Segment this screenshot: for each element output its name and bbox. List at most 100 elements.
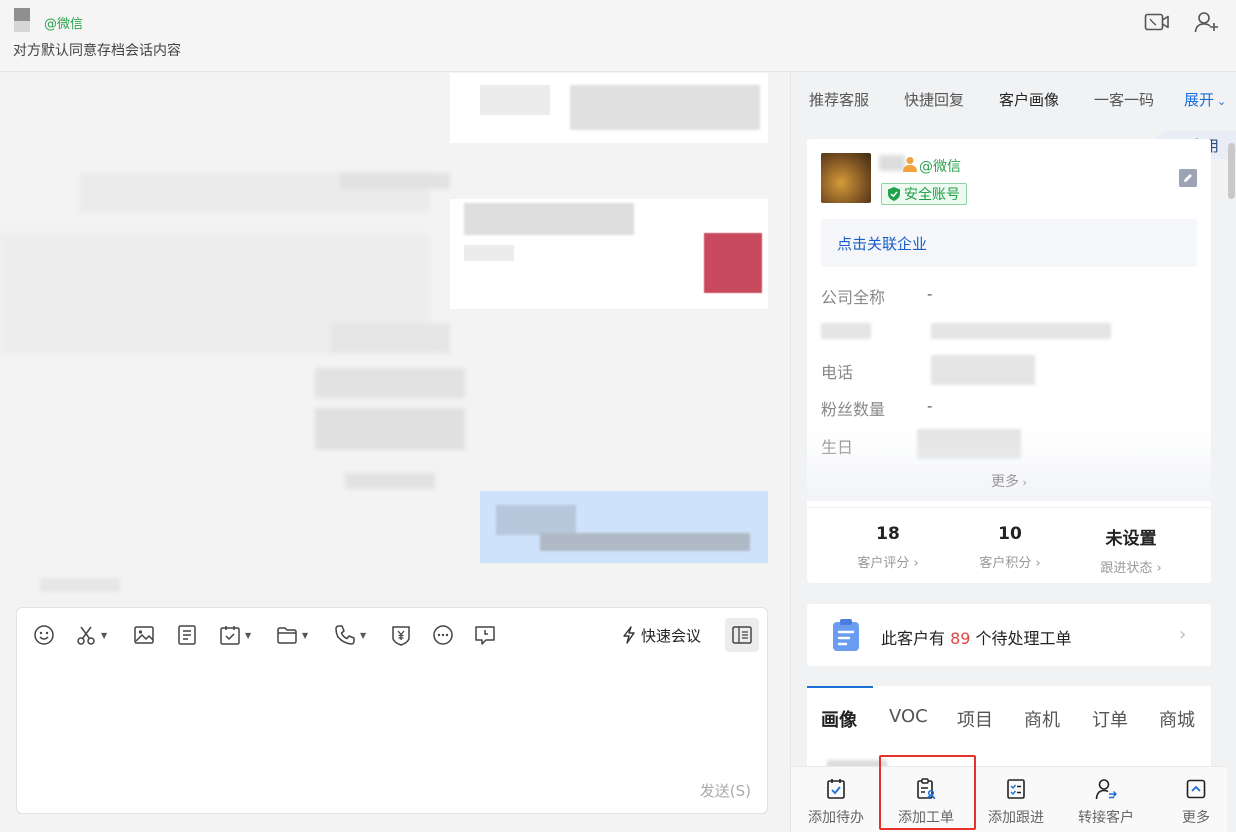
- contact-source-tag: @微信: [44, 17, 84, 32]
- contact-avatar[interactable]: [14, 8, 30, 32]
- field-value-company: -: [927, 285, 933, 303]
- chat-header: @微信 对方默认同意存档会话内容: [0, 0, 1236, 72]
- add-todo-button[interactable]: 添加待办: [800, 777, 872, 827]
- more-actions-button[interactable]: 更多: [1160, 777, 1232, 827]
- transfer-customer-button[interactable]: 转接客户: [1070, 777, 1142, 827]
- red-packet-icon[interactable]: [390, 622, 412, 648]
- pending-tickets-banner[interactable]: 此客户有 89 个待处理工单 ›: [807, 604, 1211, 666]
- stat-label: 客户评分: [857, 556, 910, 571]
- customer-name-masked: [879, 155, 905, 171]
- tickets-suffix: 个待处理工单: [970, 629, 1072, 648]
- chevron-down-icon[interactable]: ▼: [302, 631, 308, 640]
- field-label-followers: 粉丝数量: [821, 400, 886, 419]
- chevron-right-icon: ›: [1019, 476, 1027, 489]
- stat-label-link[interactable]: 客户评分 ›: [828, 552, 948, 571]
- folder-icon[interactable]: ▼: [276, 622, 308, 648]
- video-call-icon[interactable]: [1143, 9, 1171, 35]
- message-bubble: [450, 73, 768, 143]
- detail-tab-project[interactable]: 项目: [957, 706, 993, 732]
- schedule-icon[interactable]: ▼: [219, 622, 251, 648]
- active-tab-indicator: [807, 686, 873, 688]
- todo-check-icon: [827, 779, 845, 799]
- tab-customer-profile[interactable]: 客户画像: [999, 89, 1059, 110]
- layout-toggle-button[interactable]: [725, 618, 759, 652]
- lightning-icon: [623, 626, 635, 644]
- more-fields-link[interactable]: 更多 ›: [807, 471, 1211, 491]
- tickets-prefix: 此客户有: [881, 629, 951, 648]
- masked-phone-value: [931, 355, 1035, 385]
- detail-tab-portrait[interactable]: 画像: [821, 706, 857, 732]
- ticket-add-icon: [917, 778, 936, 800]
- field-label-company: 公司全称: [821, 288, 886, 307]
- stat-customer-points: 10 客户积分 ›: [950, 524, 1070, 571]
- detail-tab-orders[interactable]: 订单: [1092, 706, 1128, 732]
- quick-meeting-label: 快速会议: [641, 626, 702, 645]
- send-button[interactable]: 发送(S): [700, 780, 751, 801]
- add-follow-up-label: 添加跟进: [988, 810, 1044, 826]
- link-company-button[interactable]: 点击关联企业: [821, 219, 1197, 267]
- chevron-down-icon[interactable]: ▼: [101, 631, 107, 640]
- customer-avatar[interactable]: [821, 153, 871, 203]
- stat-follow-status: 未设置 跟进状态 ›: [1071, 524, 1191, 576]
- chevron-right-icon: ›: [1031, 556, 1041, 571]
- tickets-count: 89: [950, 629, 971, 648]
- customer-stats: 18 客户评分 › 10 客户积分 › 未设置 跟进状态 ›: [807, 507, 1211, 583]
- more-icon[interactable]: [432, 622, 454, 648]
- detail-tab-opportunity[interactable]: 商机: [1024, 706, 1060, 732]
- stat-label: 跟进状态: [1100, 561, 1153, 576]
- sidebar-layout-icon: [732, 626, 752, 644]
- feedback-icon[interactable]: [474, 622, 496, 648]
- add-ticket-button[interactable]: 添加工单: [890, 777, 962, 827]
- add-member-icon[interactable]: [1193, 9, 1221, 35]
- tab-one-customer-code[interactable]: 一客一码: [1094, 89, 1154, 110]
- more-up-icon: [1186, 779, 1206, 799]
- masked-field-label: [821, 323, 871, 339]
- chevron-down-icon[interactable]: ▼: [360, 631, 366, 640]
- scissors-icon[interactable]: ▼: [75, 622, 107, 648]
- edit-icon[interactable]: [1179, 169, 1197, 187]
- safe-account-label: 安全账号: [904, 187, 960, 203]
- stat-customer-score: 18 客户评分 ›: [828, 524, 948, 571]
- stat-label-link[interactable]: 跟进状态 ›: [1071, 557, 1191, 576]
- quick-meeting-button[interactable]: 快速会议: [621, 622, 701, 648]
- expand-label: 展开: [1184, 91, 1215, 109]
- add-follow-up-button[interactable]: 添加跟进: [980, 777, 1052, 827]
- archive-consent-text: 对方默认同意存档会话内容: [13, 43, 181, 59]
- chevron-down-icon: ⌄: [1217, 95, 1227, 108]
- masked-birthday-value: [917, 429, 1021, 459]
- customer-side-panel: 推荐客服 快捷回复 客户画像 一客一码 展开⌄ 应用 @微信 安全账号 点击关联…: [790, 73, 1236, 832]
- add-todo-label: 添加待办: [808, 810, 864, 826]
- message-bubble-self: [480, 491, 768, 563]
- pending-tickets-text: 此客户有 89 个待处理工单: [881, 625, 1072, 649]
- add-ticket-label: 添加工单: [898, 810, 954, 826]
- detail-tab-mall[interactable]: 商城: [1159, 706, 1195, 732]
- shield-check-icon: [888, 187, 900, 201]
- customer-profile-card: @微信 安全账号 点击关联企业 公司全称 - 电话 粉丝数量 - 生日 更多 ›…: [807, 139, 1211, 583]
- phone-icon[interactable]: ▼: [334, 622, 366, 648]
- chevron-down-icon[interactable]: ▼: [245, 631, 251, 640]
- person-icon: [903, 157, 917, 172]
- stat-label: 客户积分: [979, 556, 1032, 571]
- tab-recommended-agent[interactable]: 推荐客服: [809, 89, 869, 110]
- stat-value: 10: [998, 524, 1022, 544]
- clipboard-icon: [833, 619, 859, 651]
- masked-field-value: [931, 323, 1111, 339]
- expand-button[interactable]: 展开 ⌄: [1184, 89, 1226, 110]
- detail-tab-voc[interactable]: VOC: [889, 706, 928, 727]
- message-editor[interactable]: ▼ ▼ ▼ ▼ 快速会议 发送(S): [16, 607, 768, 814]
- quick-actions-bar: 添加待办 添加工单 添加跟进 转接客户 更多: [791, 755, 1227, 832]
- stat-label-link[interactable]: 客户积分 ›: [950, 552, 1070, 571]
- stat-value: 18: [876, 524, 900, 544]
- message-bubble: [450, 199, 768, 309]
- image-icon[interactable]: [133, 622, 155, 648]
- follow-up-icon: [1007, 779, 1025, 799]
- document-icon[interactable]: [176, 622, 198, 648]
- customer-source-tag: @微信: [919, 159, 961, 175]
- chat-message-area: [0, 73, 790, 603]
- more-actions-label: 更多: [1182, 810, 1210, 826]
- scrollbar-thumb[interactable]: [1228, 143, 1235, 199]
- transfer-customer-label: 转接客户: [1078, 810, 1134, 826]
- emoji-icon[interactable]: [33, 622, 55, 648]
- more-fields-label: 更多: [991, 474, 1020, 490]
- tab-quick-reply[interactable]: 快捷回复: [904, 89, 964, 110]
